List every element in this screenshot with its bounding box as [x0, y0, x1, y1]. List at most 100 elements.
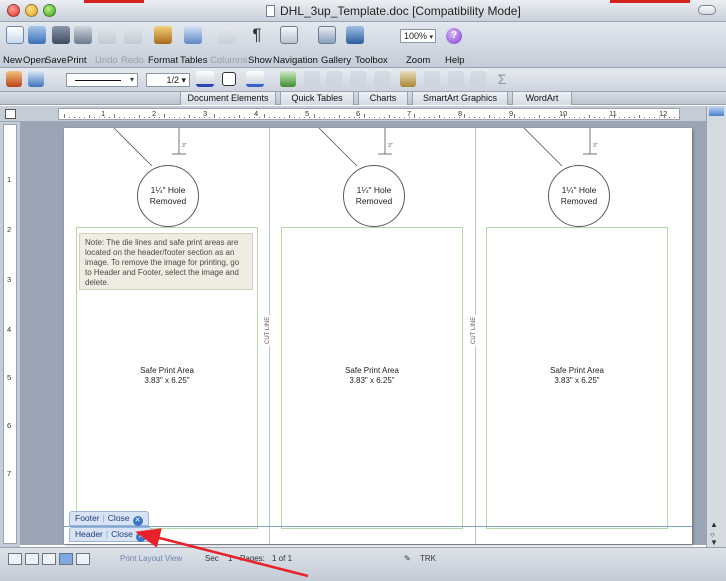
tab-charts[interactable]: Charts: [358, 92, 408, 105]
open-folder-icon[interactable]: [28, 26, 46, 44]
table-merge-icon[interactable]: [374, 71, 390, 87]
outline-view-button[interactable]: [25, 553, 39, 565]
close-icon[interactable]: ✕: [135, 532, 146, 542]
toolbar-label-print[interactable]: Print: [67, 55, 87, 66]
ruler-tick: [164, 114, 165, 118]
toolbox-icon[interactable]: [346, 26, 364, 44]
toolbar-label-undo[interactable]: Undo: [95, 55, 118, 66]
document-canvas[interactable]: 3" 3" 3" CUT LINE CUT LINE 1¼" Hole Remo…: [20, 122, 706, 545]
hole-label-line2: Removed: [355, 196, 393, 206]
toolbar-label-toolbox[interactable]: Toolbox: [355, 55, 388, 66]
toolbar-label-open[interactable]: Open: [23, 55, 46, 66]
close-window-button[interactable]: [7, 4, 20, 17]
media-gallery-icon[interactable]: [318, 26, 336, 44]
border-style-icon[interactable]: [222, 72, 236, 86]
printer-icon[interactable]: [74, 26, 92, 44]
ruler-tick: [524, 117, 525, 118]
section-value: 1: [228, 554, 233, 563]
tables-icon[interactable]: [184, 26, 202, 44]
tab-wordart[interactable]: WordArt: [512, 92, 572, 105]
line-style-select[interactable]: ▾: [66, 73, 138, 87]
print-layout-view-button[interactable]: [59, 553, 73, 565]
pilcrow-icon[interactable]: ¶: [248, 26, 266, 44]
redo-icon[interactable]: [124, 26, 142, 44]
notebook-view-button[interactable]: [76, 553, 90, 565]
sort-icon[interactable]: [470, 71, 486, 87]
sort-icon[interactable]: [448, 71, 464, 87]
pen-icon[interactable]: [28, 71, 44, 87]
next-page-icon[interactable]: ▼: [710, 538, 718, 547]
tab-quick-tables[interactable]: Quick Tables: [280, 92, 354, 105]
ruler-tick: [454, 117, 455, 118]
ruler-number: 5: [7, 373, 12, 382]
status-bar: Print Layout View Sec 1 Pages: 1 of 1 ✎ …: [0, 547, 726, 581]
line-weight-select[interactable]: 1/2 ▾: [146, 73, 190, 87]
track-changes-icon[interactable]: ✎: [404, 554, 411, 563]
toolbar-label-gallery[interactable]: Gallery: [321, 55, 351, 66]
help-icon[interactable]: ?: [446, 28, 462, 44]
table-split-icon[interactable]: [350, 71, 366, 87]
text-box-icon[interactable]: [400, 71, 416, 87]
navigation-pane-icon[interactable]: [280, 26, 298, 44]
table-grid-icon[interactable]: [304, 71, 320, 87]
header-close-button[interactable]: Close: [111, 529, 133, 539]
footer-tab[interactable]: Footer | Close ✕: [69, 511, 149, 526]
toolbar-label-tables[interactable]: Tables: [180, 55, 207, 66]
columns-icon[interactable]: [218, 26, 236, 44]
toolbar-label-format[interactable]: Format: [148, 55, 178, 66]
tab-stop-selector[interactable]: [5, 109, 16, 119]
autosum-icon[interactable]: Σ: [494, 71, 510, 87]
vertical-scrollbar[interactable]: ▲ ○ ▼: [706, 106, 726, 547]
draft-view-button[interactable]: [8, 553, 22, 565]
ruler-tick: [404, 117, 405, 118]
previous-page-icon[interactable]: ▲: [710, 520, 718, 529]
tab-document-elements[interactable]: Document Elements: [180, 92, 276, 105]
undo-icon[interactable]: [98, 26, 116, 44]
toolbar-label-redo[interactable]: Redo: [121, 55, 144, 66]
ruler-tick: [304, 117, 305, 118]
fill-color-icon[interactable]: [246, 71, 264, 87]
toolbar-label-help[interactable]: Help: [445, 55, 465, 66]
ruler-tick: [594, 117, 595, 118]
close-icon[interactable]: ✕: [132, 516, 143, 526]
chart-icon[interactable]: [424, 71, 440, 87]
horizontal-ruler[interactable]: 1 2 3 4 5 6 7 8 9 10 11 12: [58, 108, 680, 120]
toolbar-label-show[interactable]: Show: [248, 55, 272, 66]
ruler-tick: [584, 117, 585, 118]
insert-table-icon[interactable]: [280, 71, 296, 87]
toolbar-label-columns[interactable]: Columns: [210, 55, 248, 66]
format-painter-icon[interactable]: [154, 26, 172, 44]
toolbar-settings-icon[interactable]: [6, 71, 22, 87]
toolbar-toggle-button[interactable]: [698, 5, 716, 15]
header-tab[interactable]: Header | Close ✕: [69, 527, 152, 542]
title-bar: DHL_3up_Template.doc [Compatibility Mode…: [0, 0, 726, 22]
footer-close-button[interactable]: Close: [108, 513, 130, 523]
track-changes-label[interactable]: TRK: [420, 554, 436, 563]
safe-print-size: 3.83" x 6.25": [144, 376, 190, 385]
vertical-ruler[interactable]: 1 2 3 4 5 6 7: [3, 124, 17, 544]
zoom-window-button[interactable]: [43, 4, 56, 17]
tab-smartart-graphics[interactable]: SmartArt Graphics: [412, 92, 508, 105]
line-color-icon[interactable]: [196, 71, 214, 87]
toolbar-label-navigation[interactable]: Navigation: [273, 55, 318, 66]
table-grid-icon[interactable]: [326, 71, 342, 87]
ruler-tick: [94, 117, 95, 118]
publishing-view-button[interactable]: [42, 553, 56, 565]
ruler-tick: [544, 117, 545, 118]
toolbar-label-save[interactable]: Save: [45, 55, 67, 66]
document-page[interactable]: 3" 3" 3" CUT LINE CUT LINE 1¼" Hole Remo…: [64, 128, 692, 544]
ruler-tick: [674, 117, 675, 118]
ruler-tick: [644, 117, 645, 118]
new-document-icon[interactable]: [6, 26, 24, 44]
ruler-tick: [659, 117, 660, 118]
redaction-mark: [610, 0, 690, 3]
split-handle[interactable]: [709, 106, 724, 116]
save-disk-icon[interactable]: [52, 26, 70, 44]
hole-circle: 1¼" Hole Removed: [548, 165, 610, 227]
ruler-number: 7: [7, 469, 12, 478]
toolbar-label-new[interactable]: New: [3, 55, 22, 66]
zoom-select[interactable]: 100% ▾: [400, 29, 436, 43]
ruler-tick: [114, 114, 115, 118]
minimize-window-button[interactable]: [25, 4, 38, 17]
toolbar-label-zoom[interactable]: Zoom: [406, 55, 430, 66]
